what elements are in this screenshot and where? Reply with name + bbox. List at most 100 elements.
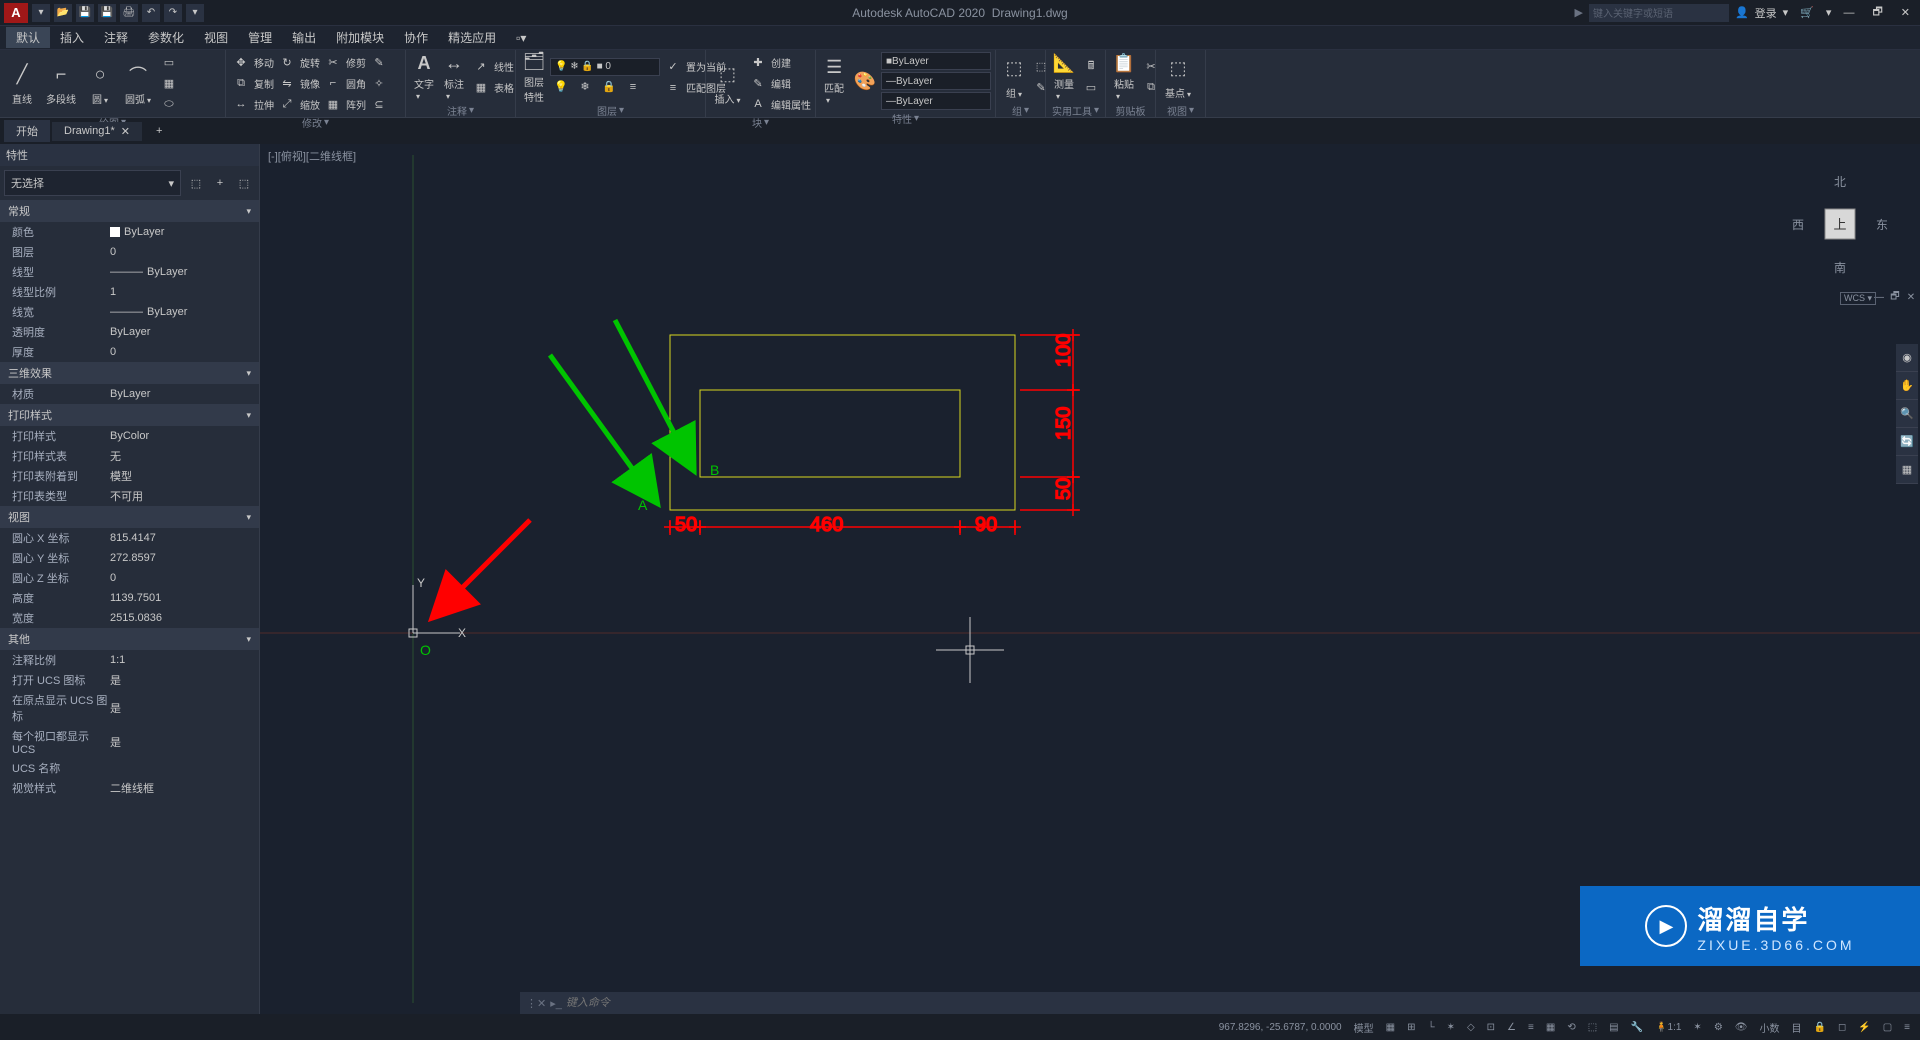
base-button[interactable]: ⬚基点 bbox=[1160, 52, 1196, 102]
select-icon[interactable]: ▭ bbox=[1080, 78, 1102, 98]
layerlock-icon[interactable]: 🔒 bbox=[598, 77, 620, 97]
qat-new-icon[interactable]: ▾ bbox=[32, 4, 50, 22]
nav-wheel-icon[interactable]: ◉ bbox=[1896, 344, 1918, 372]
text-button[interactable]: A文字 bbox=[410, 52, 438, 102]
qat-redo-icon[interactable]: ↷ bbox=[164, 4, 182, 22]
circle-button[interactable]: ○圆 bbox=[82, 58, 118, 108]
pickadd-icon[interactable]: ⬚ bbox=[233, 173, 255, 193]
window-minimize-icon[interactable]: — bbox=[1837, 7, 1860, 19]
sb-otrack-icon[interactable]: ∠ bbox=[1503, 1020, 1520, 1035]
nav-zoom-icon[interactable]: 🔍 bbox=[1896, 400, 1918, 428]
attr-icon[interactable]: A bbox=[747, 94, 769, 114]
drawing-canvas[interactable]: Y X O A B 50 460 90 bbox=[260, 144, 1920, 1014]
panel-clip-label[interactable]: 剪贴板 bbox=[1110, 102, 1151, 119]
login-dropdown-icon[interactable]: ▾ bbox=[1783, 6, 1789, 19]
props-button[interactable]: ☰匹配 bbox=[820, 56, 849, 106]
window-restore-icon[interactable]: 🗗 bbox=[1866, 3, 1888, 22]
create-icon[interactable]: ✚ bbox=[747, 52, 769, 72]
layermatch-icon[interactable]: ≡ bbox=[622, 77, 644, 97]
tab-view[interactable]: 视图 bbox=[194, 27, 238, 48]
sb-annoscale-icon[interactable]: 🧍 1:1 bbox=[1651, 1020, 1685, 1035]
sb-polar-icon[interactable]: ✶ bbox=[1443, 1020, 1459, 1035]
search-input[interactable]: 键入关键字或短语 bbox=[1589, 4, 1729, 22]
layeroff-icon[interactable]: 💡 bbox=[550, 77, 572, 97]
arc-button[interactable]: ⌒圆弧 bbox=[120, 58, 156, 108]
panel-props-label[interactable]: 特性 ▾ bbox=[820, 110, 991, 127]
login-button[interactable]: 登录 bbox=[1755, 5, 1777, 21]
copy-icon[interactable]: ⧉ bbox=[230, 73, 252, 93]
exchange-icon[interactable]: 🛒 bbox=[1794, 6, 1820, 19]
help-dropdown[interactable]: ▾ bbox=[1826, 6, 1832, 19]
viewcube[interactable]: 北 东 南 西 上 WCS ▾ bbox=[1790, 174, 1890, 274]
sb-monitor-icon[interactable]: 👁 bbox=[1731, 1020, 1752, 1035]
window-close-icon[interactable]: ✕ bbox=[1895, 6, 1916, 19]
mirror-icon[interactable]: ⇋ bbox=[276, 73, 298, 93]
tab-parametric[interactable]: 参数化 bbox=[138, 27, 194, 48]
sb-annovis-icon[interactable]: ✶ bbox=[1689, 1020, 1705, 1035]
tab-default[interactable]: 默认 bbox=[6, 27, 50, 48]
sb-3dosnap-icon[interactable]: ⬚ bbox=[1584, 1020, 1601, 1035]
stretch-icon[interactable]: ↔ bbox=[230, 94, 252, 114]
sb-isolate-icon[interactable]: ◻ bbox=[1834, 1020, 1850, 1035]
setcurrent-icon[interactable]: ✓ bbox=[662, 57, 684, 77]
sb-grid-icon[interactable]: ▦ bbox=[1382, 1020, 1399, 1035]
panel-modify-label[interactable]: 修改 ▾ bbox=[230, 114, 401, 131]
rect-icon[interactable]: ▭ bbox=[158, 52, 180, 72]
sb-osnap-icon[interactable]: ⊡ bbox=[1483, 1020, 1499, 1035]
tab-insert[interactable]: 插入 bbox=[50, 27, 94, 48]
sb-model[interactable]: 模型 bbox=[1350, 1018, 1378, 1037]
props-select[interactable]: 无选择▾ bbox=[4, 170, 181, 196]
user-icon[interactable]: 👤 bbox=[1735, 6, 1749, 19]
measure-button[interactable]: 📐测量 bbox=[1050, 52, 1078, 102]
sb-units[interactable]: 小数 bbox=[1755, 1018, 1783, 1037]
tab-start[interactable]: 开始 bbox=[4, 120, 50, 142]
offset-icon[interactable]: ⊆ bbox=[368, 94, 390, 114]
sb-transp-icon[interactable]: ▦ bbox=[1542, 1020, 1559, 1035]
tab-addons[interactable]: 附加模块 bbox=[326, 27, 394, 48]
sb-cycle-icon[interactable]: ⟲ bbox=[1563, 1020, 1579, 1035]
sb-qprops-icon[interactable]: 目 bbox=[1787, 1018, 1805, 1037]
selectobj-icon[interactable]: + bbox=[209, 173, 231, 193]
sb-qp-icon[interactable]: 🔧 bbox=[1627, 1020, 1647, 1035]
tab-output[interactable]: 输出 bbox=[282, 27, 326, 48]
hatch-icon[interactable]: ▦ bbox=[158, 73, 180, 93]
qat-saveas-icon[interactable]: 💾 bbox=[98, 4, 116, 22]
array-icon[interactable]: ▦ bbox=[322, 94, 344, 114]
vp-restore-icon[interactable]: 🗗 bbox=[1888, 290, 1902, 304]
table-icon[interactable]: ▦ bbox=[470, 78, 492, 98]
qat-save-icon[interactable]: 💾 bbox=[76, 4, 94, 22]
panel-view-label[interactable]: 视图 ▾ bbox=[1160, 102, 1201, 119]
section-general[interactable]: 常规 bbox=[0, 200, 259, 222]
panel-group-label[interactable]: 组 ▾ bbox=[1000, 102, 1041, 119]
explode-icon[interactable]: ✧ bbox=[368, 73, 390, 93]
qat-plot-icon[interactable]: 🖨 bbox=[120, 4, 138, 22]
layer-combo[interactable]: 💡 ❄ 🔒 ■ 0 bbox=[550, 58, 660, 76]
ellipse-icon[interactable]: ⬭ bbox=[158, 94, 180, 114]
leader-icon[interactable]: ↗ bbox=[470, 57, 492, 77]
sb-snap-icon[interactable]: ⊞ bbox=[1403, 1020, 1419, 1035]
move-icon[interactable]: ✥ bbox=[230, 52, 252, 72]
sb-iso-icon[interactable]: ◇ bbox=[1463, 1020, 1479, 1035]
tab-manage[interactable]: 管理 bbox=[238, 27, 282, 48]
viewport-label[interactable]: [-][俯视][二维线框] bbox=[268, 148, 356, 164]
section-plot[interactable]: 打印样式 bbox=[0, 404, 259, 426]
ltype-combo[interactable]: — ByLayer bbox=[881, 72, 991, 90]
tab-add[interactable]: + bbox=[144, 122, 174, 140]
close-tab-icon[interactable]: ✕ bbox=[121, 125, 130, 138]
scale-icon[interactable]: ⤢ bbox=[276, 94, 298, 114]
wcs-label[interactable]: WCS ▾ bbox=[1840, 292, 1876, 305]
section-view[interactable]: 视图 bbox=[0, 506, 259, 528]
tab-drawing1[interactable]: Drawing1*✕ bbox=[52, 122, 142, 141]
insert-button[interactable]: ⬚插入 bbox=[710, 58, 745, 108]
coords-readout[interactable]: 967.8296, -25.6787, 0.0000 bbox=[1215, 1020, 1346, 1035]
layerfreeze-icon[interactable]: ❄ bbox=[574, 77, 596, 97]
lweight-combo[interactable]: — ByLayer bbox=[881, 92, 991, 110]
panel-layers-label[interactable]: 图层 ▾ bbox=[520, 102, 701, 119]
qat-open-icon[interactable]: 📂 bbox=[54, 4, 72, 22]
cmd-handle-icon[interactable]: ⋮✕ bbox=[526, 997, 546, 1010]
sb-ws-icon[interactable]: ⚙ bbox=[1710, 1020, 1727, 1035]
trim-icon[interactable]: ✂ bbox=[322, 52, 344, 72]
vp-close-icon[interactable]: ✕ bbox=[1904, 290, 1918, 304]
sb-custom-icon[interactable]: ≡ bbox=[1900, 1020, 1914, 1035]
app-logo[interactable]: A bbox=[4, 3, 28, 23]
